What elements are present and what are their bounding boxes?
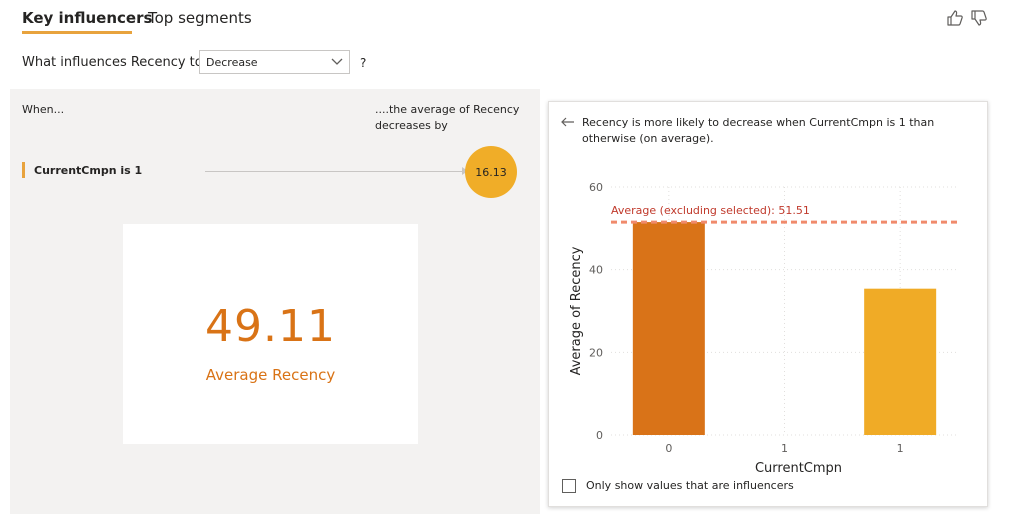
tab-top-segments[interactable]: Top segments xyxy=(148,9,252,27)
influencers-only-label: Only show values that are influencers xyxy=(586,479,794,492)
x-tick-label: 0 xyxy=(665,442,672,455)
y-tick-label: 40 xyxy=(589,264,603,277)
x-tick-label: 1 xyxy=(897,442,904,455)
average-header: ....the average of Recency decreases by xyxy=(375,103,520,132)
bar xyxy=(864,288,937,435)
influencers-panel: When... ....the average of Recency decre… xyxy=(10,89,540,514)
x-tick-label: 1 xyxy=(781,442,788,455)
chevron-down-icon xyxy=(331,58,343,65)
card-value: 49.11 xyxy=(205,301,336,352)
influencer-value-bubble[interactable]: 16.13 xyxy=(465,146,517,198)
question-label: What influences Recency to xyxy=(22,55,203,70)
direction-dropdown[interactable]: Decrease xyxy=(199,50,350,74)
y-axis-title: Average of Recency xyxy=(569,246,584,375)
influencer-detail-panel: Recency is more likely to decrease when … xyxy=(548,101,988,507)
x-axis-title: CurrentCmpn xyxy=(755,461,842,476)
influencer-label[interactable]: CurrentCmpn is 1 xyxy=(34,164,142,177)
average-reference-label: Average (excluding selected): 51.51 xyxy=(611,204,810,217)
y-tick-label: 20 xyxy=(589,346,603,359)
average-card: 49.11 Average Recency xyxy=(123,224,418,444)
active-tab-underline xyxy=(22,31,132,34)
bar xyxy=(632,222,705,435)
influencer-selected-marker xyxy=(22,162,25,178)
y-tick-label: 60 xyxy=(589,181,603,194)
influencers-only-checkbox[interactable] xyxy=(562,479,576,493)
when-label: When... xyxy=(22,103,65,116)
influencer-connector-line xyxy=(205,171,467,172)
help-icon[interactable]: ? xyxy=(360,56,366,70)
y-tick-label: 0 xyxy=(596,429,603,442)
dropdown-value: Decrease xyxy=(206,56,258,69)
recency-bar-chart: 0 20 40 60 0 1 1 Average (excluding selected): … xyxy=(569,181,958,476)
card-label: Average Recency xyxy=(205,366,336,384)
tab-key-influencers[interactable]: Key influencers xyxy=(22,9,152,27)
thumbs-down-icon[interactable] xyxy=(970,9,988,27)
thumbs-up-icon[interactable] xyxy=(946,9,964,27)
